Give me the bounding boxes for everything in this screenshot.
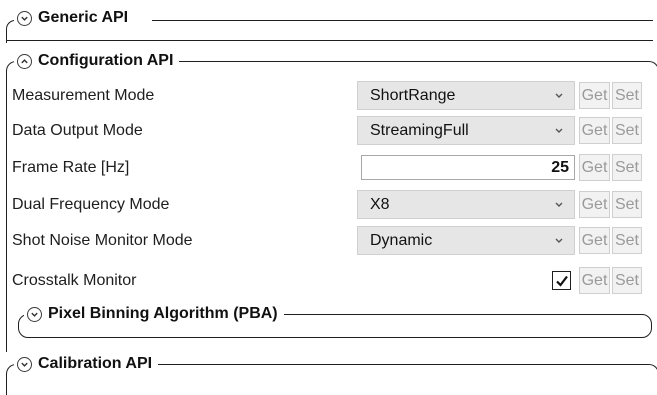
- data-output-mode-get-button[interactable]: Get: [579, 117, 610, 144]
- measurement-mode-set-button[interactable]: Set: [612, 82, 642, 109]
- dual-frequency-mode-get-button[interactable]: Get: [579, 191, 610, 218]
- dropdown-arrow-icon: [555, 93, 563, 98]
- data-output-mode-value: StreamingFull: [370, 121, 469, 139]
- measurement-mode-get-button[interactable]: Get: [579, 82, 610, 109]
- chevron-up-icon[interactable]: [17, 53, 32, 69]
- frame-rate-input[interactable]: 25: [361, 155, 575, 180]
- shot-noise-monitor-mode-dropdown[interactable]: Dynamic: [357, 226, 575, 255]
- chevron-down-icon[interactable]: [17, 356, 32, 372]
- shot-noise-monitor-mode-get-button[interactable]: Get: [579, 227, 610, 254]
- calibration-api-title: Calibration API: [38, 355, 153, 372]
- calibration-api-header[interactable]: Calibration API: [14, 353, 159, 375]
- generic-api-title: Generic API: [38, 9, 129, 26]
- dropdown-arrow-icon: [555, 128, 563, 133]
- crosstalk-monitor-label: Crosstalk Monitor: [12, 272, 137, 289]
- generic-api-line: [152, 20, 653, 21]
- dual-frequency-mode-set-button[interactable]: Set: [612, 191, 642, 218]
- measurement-mode-dropdown[interactable]: ShortRange: [357, 81, 575, 110]
- configuration-api-header[interactable]: Configuration API: [14, 50, 180, 72]
- configuration-api-title: Configuration API: [38, 52, 174, 69]
- crosstalk-monitor-set-button[interactable]: Set: [612, 267, 642, 294]
- dropdown-arrow-icon: [555, 238, 563, 243]
- generic-api-header[interactable]: Generic API: [14, 7, 135, 29]
- crosstalk-monitor-row: Crosstalk Monitor: [12, 266, 643, 296]
- shot-noise-monitor-mode-set-button[interactable]: Set: [612, 227, 642, 254]
- checkmark-icon: [555, 275, 568, 287]
- shot-noise-monitor-mode-value: Dynamic: [370, 231, 433, 249]
- dual-frequency-mode-dropdown[interactable]: X8: [357, 190, 575, 219]
- measurement-mode-value: ShortRange: [370, 86, 456, 104]
- crosstalk-monitor-get-button[interactable]: Get: [579, 267, 610, 294]
- pba-header[interactable]: Pixel Binning Algorithm (PBA): [24, 303, 284, 325]
- frame-rate-get-button[interactable]: Get: [579, 154, 610, 181]
- chevron-down-icon[interactable]: [17, 10, 32, 26]
- chevron-down-icon[interactable]: [27, 306, 42, 322]
- dropdown-arrow-icon: [555, 202, 563, 207]
- dual-frequency-mode-value: X8: [370, 195, 390, 213]
- generic-api-bottom: [7, 40, 653, 41]
- frame-rate-set-button[interactable]: Set: [612, 154, 642, 181]
- data-output-mode-set-button[interactable]: Set: [612, 117, 642, 144]
- pba-title: Pixel Binning Algorithm (PBA): [48, 305, 278, 322]
- crosstalk-monitor-checkbox[interactable]: [552, 271, 571, 290]
- data-output-mode-dropdown[interactable]: StreamingFull: [357, 116, 575, 145]
